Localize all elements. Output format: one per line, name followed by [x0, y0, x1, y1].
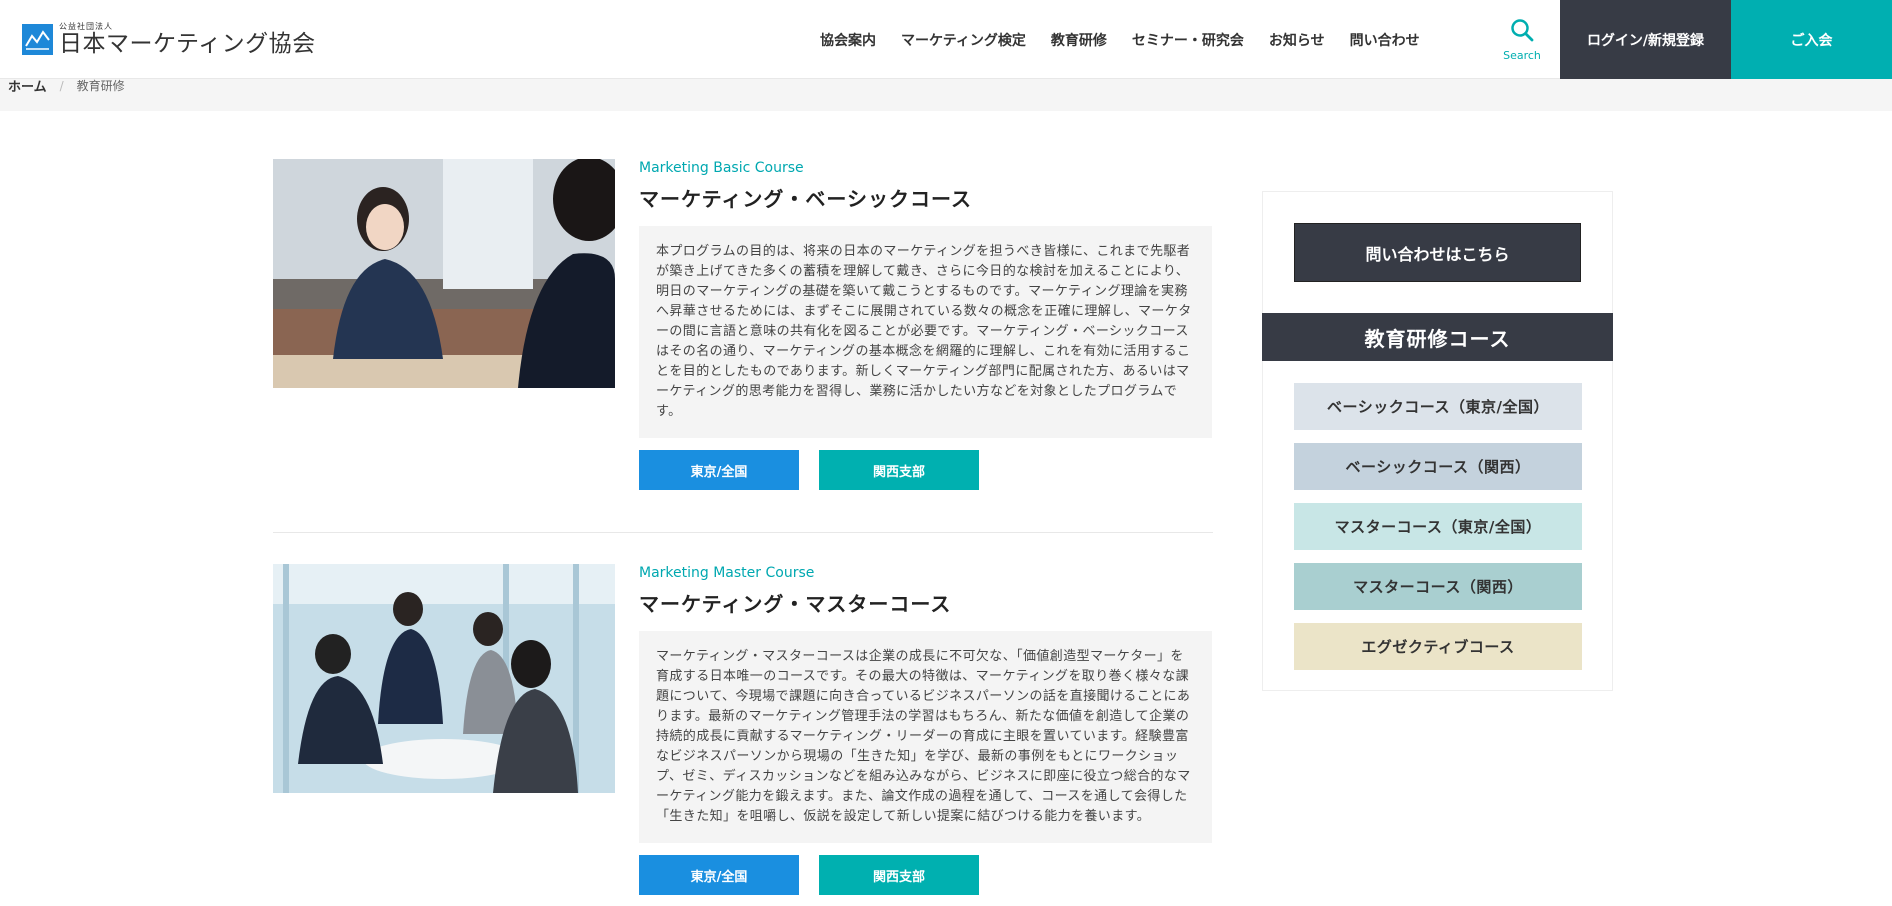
site-logo[interactable]: 公益社団法人 日本マーケティング協会 — [22, 22, 316, 57]
sidebar-link-basic-kansai[interactable]: ベーシックコース（関西） — [1294, 443, 1582, 490]
course-ja-title: マーケティング・マスターコース — [639, 592, 952, 616]
contact-button[interactable]: 問い合わせはこちら — [1294, 223, 1581, 282]
kansai-course-button[interactable]: 関西支部 — [819, 450, 979, 490]
course-description: マーケティング・マスターコースは企業の成長に不可欠な、「価値創造型マーケター」を… — [639, 631, 1212, 843]
mountain-logo-icon — [22, 24, 53, 55]
course-description: 本プログラムの目的は、将来の日本のマーケティングを担うべき皆様に、これまで先駆者… — [639, 226, 1212, 438]
nav-item-about[interactable]: 協会案内 — [820, 30, 876, 50]
course-image-master — [273, 564, 615, 793]
tokyo-course-button[interactable]: 東京/全国 — [639, 450, 799, 490]
nav-item-training[interactable]: 教育研修 — [1051, 30, 1107, 50]
login-register-button[interactable]: ログイン/新規登録 — [1560, 0, 1731, 79]
sidebar-link-master-tokyo[interactable]: マスターコース（東京/全国） — [1294, 503, 1582, 550]
search-label: Search — [1503, 49, 1541, 62]
main-nav: 協会案内 マーケティング検定 教育研修 セミナー・研究会 お知らせ 問い合わせ — [820, 0, 1445, 79]
nav-item-certification[interactable]: マーケティング検定 — [901, 30, 1026, 50]
breadcrumb-home[interactable]: ホーム — [8, 76, 47, 95]
tokyo-course-button[interactable]: 東京/全国 — [639, 855, 799, 895]
course-en-title: Marketing Master Course — [639, 565, 815, 581]
breadcrumb-separator: / — [59, 78, 64, 93]
site-header: 公益社団法人 日本マーケティング協会 協会案内 マーケティング検定 教育研修 セ… — [0, 0, 1892, 79]
sidebar-link-master-kansai[interactable]: マスターコース（関西） — [1294, 563, 1582, 610]
kansai-course-button[interactable]: 関西支部 — [819, 855, 979, 895]
search-icon — [1511, 19, 1534, 42]
breadcrumb-current: 教育研修 — [76, 79, 125, 93]
join-button[interactable]: ご入会 — [1731, 0, 1892, 79]
course-image-basic — [273, 159, 615, 388]
sidebar-link-basic-tokyo[interactable]: ベーシックコース（東京/全国） — [1294, 383, 1582, 430]
breadcrumb: ホーム / 教育研修 — [0, 79, 1892, 111]
search-button[interactable]: Search — [1500, 18, 1544, 62]
logo-subtitle: 公益社団法人 — [59, 22, 113, 31]
logo-title: 日本マーケティング協会 — [59, 31, 316, 57]
sidebar-link-executive[interactable]: エグゼクティブコース — [1294, 623, 1582, 670]
nav-item-seminars[interactable]: セミナー・研究会 — [1132, 30, 1244, 50]
course-ja-title: マーケティング・ベーシックコース — [639, 187, 972, 211]
nav-item-news[interactable]: お知らせ — [1269, 30, 1325, 50]
sidebar: 問い合わせはこちら 教育研修コース ベーシックコース（東京/全国） ベーシックコ… — [1262, 191, 1613, 691]
course-divider — [273, 532, 1213, 533]
course-en-title: Marketing Basic Course — [639, 160, 804, 176]
nav-item-contact[interactable]: 問い合わせ — [1350, 30, 1420, 50]
sidebar-heading: 教育研修コース — [1262, 313, 1613, 361]
